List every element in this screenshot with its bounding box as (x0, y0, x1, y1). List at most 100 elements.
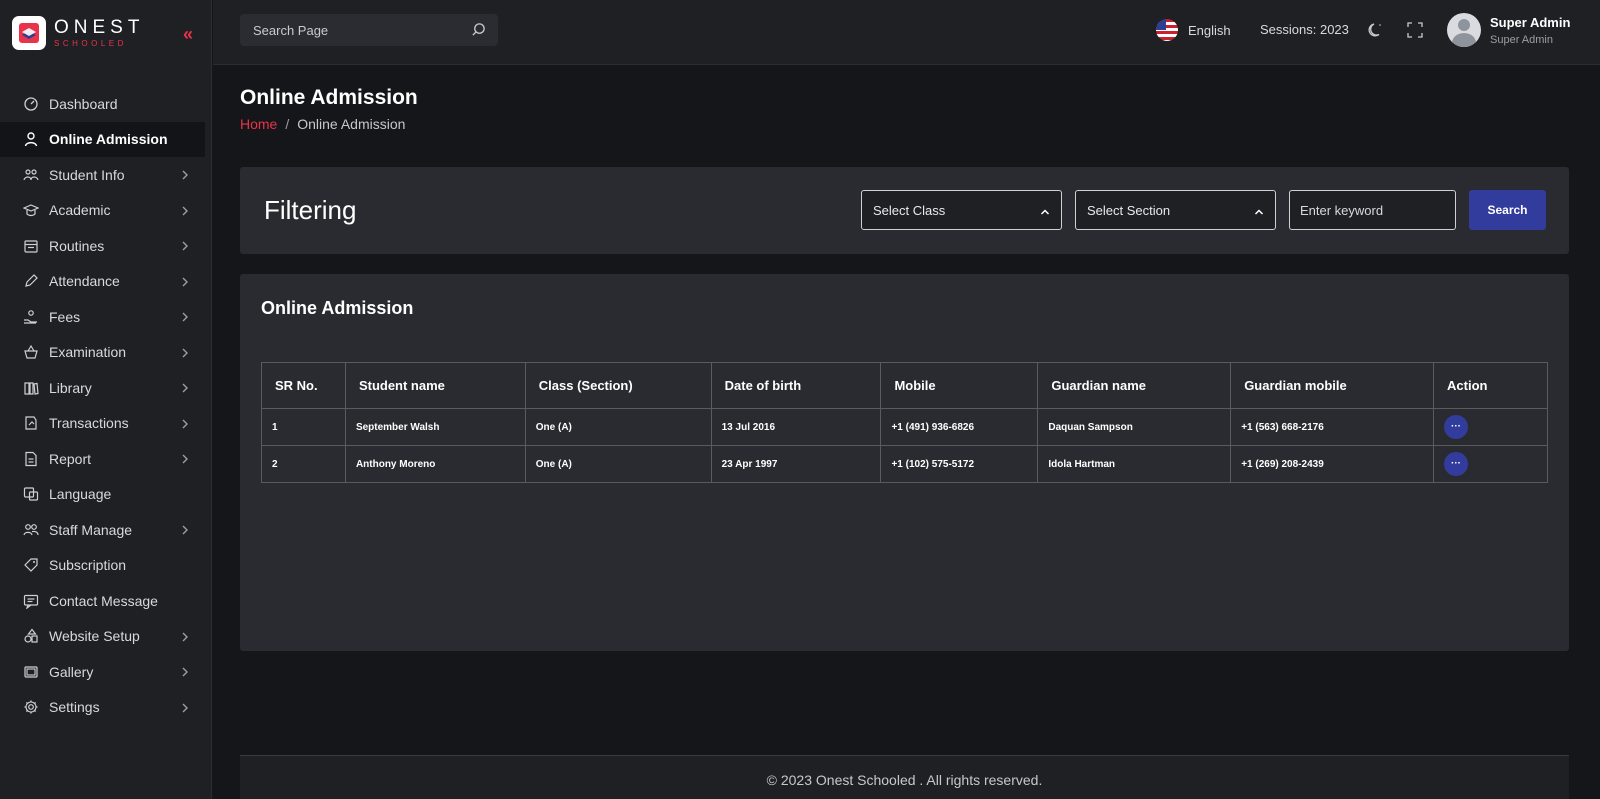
table-cell: Idola Hartman (1037, 445, 1232, 483)
table-cell: One (A) (524, 445, 712, 483)
chevron-right-icon (180, 417, 190, 433)
gear-icon (23, 699, 39, 715)
collapse-sidebar-icon[interactable]: « (183, 24, 193, 44)
page-search-input[interactable] (240, 22, 460, 38)
tag-icon (23, 557, 39, 573)
sidebar-item-label: Subscription (49, 557, 127, 574)
sidebar-item-subscription[interactable]: Subscription (0, 548, 205, 584)
gallery-icon (23, 664, 39, 680)
table-cell: +1 (563) 668-2176 (1230, 408, 1435, 446)
sidebar-item-examination[interactable]: Examination (0, 335, 205, 371)
table-cell: 1 (261, 408, 346, 446)
breadcrumb-separator: / (285, 116, 290, 132)
sidebar-item-settings[interactable]: Settings (0, 690, 205, 726)
sidebar-item-gallery[interactable]: Gallery (0, 654, 205, 690)
table-cell: Anthony Moreno (344, 445, 526, 483)
table-cell: One (A) (524, 408, 712, 446)
table-title: Online Admission (261, 298, 414, 318)
sidebar-item-label: Library (49, 379, 92, 396)
sidebar-item-language[interactable]: Language (0, 477, 205, 513)
sidebar-item-label: Academic (49, 202, 111, 219)
sidebar-item-contact-message[interactable]: Contact Message (0, 583, 205, 619)
sidebar-item-label: Website Setup (49, 628, 140, 645)
chevron-right-icon (180, 701, 190, 717)
chevron-right-icon (180, 630, 190, 646)
chevron-right-icon (180, 204, 190, 220)
sidebar-item-library[interactable]: Library (0, 370, 205, 406)
brand-logo[interactable]: ONEST SCHOOLED (12, 16, 144, 50)
action-cell: ··· (1433, 445, 1548, 483)
sidebar-item-label: Routines (49, 237, 105, 254)
table-row: 1 September Walsh One (A) 13 Jul 2016 +1 (49… (261, 408, 1548, 446)
search-button[interactable]: Search (1469, 190, 1546, 230)
chevron-right-icon (180, 168, 190, 184)
column-header: Date of birth (710, 362, 882, 409)
books-icon (23, 380, 39, 396)
select-class-dropdown[interactable]: Select Class (861, 190, 1062, 230)
language-selector[interactable]: English (1156, 19, 1231, 41)
sessions-selector[interactable]: Sessions: 2023 (1260, 22, 1349, 37)
sidebar-item-transactions[interactable]: Transactions (0, 406, 205, 442)
row-action-menu-button[interactable]: ··· (1444, 452, 1469, 476)
graduation-cap-icon (23, 202, 39, 218)
table-cell: +1 (491) 936-6826 (880, 408, 1039, 446)
sidebar-item-attendance[interactable]: Attendance (0, 264, 205, 300)
sidebar-item-student-info[interactable]: Student Info (0, 157, 205, 193)
sidebar-item-routines[interactable]: Routines (0, 228, 205, 264)
sidebar-item-label: Language (49, 486, 112, 503)
sidebar-item-report[interactable]: Report (0, 441, 205, 477)
sidebar-item-academic[interactable]: Academic (0, 193, 205, 229)
sidebar-item-label: Gallery (49, 663, 94, 680)
dark-mode-moon-icon[interactable] (1367, 21, 1385, 44)
chevron-up-icon (1040, 205, 1050, 220)
fullscreen-icon[interactable] (1406, 21, 1424, 44)
column-header: Student name (344, 362, 526, 409)
sidebar-menu: Dashboard Online Admission Student Info Aca… (0, 86, 205, 725)
chevron-right-icon (180, 381, 190, 397)
people-icon (23, 522, 39, 538)
table-cell: Daquan Sampson (1037, 408, 1232, 446)
message-icon (23, 593, 39, 609)
sidebar-item-online-admission[interactable]: Online Admission (0, 121, 205, 157)
sidebar-item-dashboard[interactable]: Dashboard (0, 86, 205, 122)
select-class-label: Select Class (873, 202, 946, 218)
admissions-table: SR No. Student name Class (Section) Date of… (261, 362, 1548, 483)
search-icon[interactable] (471, 22, 486, 42)
calendar-icon (23, 238, 39, 254)
column-header: Action (1433, 362, 1548, 409)
row-action-menu-button[interactable]: ··· (1444, 415, 1469, 439)
sidebar-item-fees[interactable]: Fees (0, 299, 205, 335)
sidebar-item-label: Fees (49, 308, 81, 325)
breadcrumb-home-link[interactable]: Home (240, 116, 277, 132)
user-role: Super Admin (1490, 33, 1553, 46)
user-menu[interactable]: Super Admin Super Admin (1447, 13, 1570, 47)
hand-coin-icon (23, 309, 39, 325)
sidebar-item-staff-manage[interactable]: Staff Manage (0, 512, 205, 548)
chevron-up-icon (1254, 205, 1264, 220)
table-cell: +1 (102) 575-5172 (880, 445, 1039, 483)
students-icon (23, 167, 39, 183)
sidebar-item-label: Settings (49, 699, 100, 716)
column-header: Guardian mobile (1230, 362, 1435, 409)
sidebar-item-website-setup[interactable]: Website Setup (0, 619, 205, 655)
action-cell: ··· (1433, 408, 1548, 446)
chevron-right-icon (180, 452, 190, 468)
admissions-table-card: Online Admission SR No. Student name Class… (240, 274, 1569, 651)
topbar: English Sessions: 2023 Super Admin Super… (213, 0, 1600, 65)
chevron-right-icon (180, 665, 190, 681)
table-header-row: SR No. Student name Class (Section) Date of… (261, 362, 1548, 409)
keyword-input[interactable] (1289, 190, 1456, 230)
select-section-dropdown[interactable]: Select Section (1075, 190, 1276, 230)
sidebar: ONEST SCHOOLED « Dashboard Online Admissi… (0, 0, 212, 799)
column-header: Mobile (880, 362, 1039, 409)
table-cell: 23 Apr 1997 (710, 445, 882, 483)
sidebar-item-label: Dashboard (49, 95, 118, 112)
sidebar-item-label: Contact Message (49, 592, 158, 609)
basket-icon (23, 344, 39, 360)
chevron-right-icon (180, 346, 190, 362)
breadcrumb-current: Online Admission (297, 116, 406, 132)
column-header: SR No. (261, 362, 346, 409)
user-name: Super Admin (1490, 14, 1571, 30)
footer-copyright: © 2023 Onest Schooled . All rights reser… (766, 772, 1043, 788)
sidebar-item-label: Report (49, 450, 92, 467)
